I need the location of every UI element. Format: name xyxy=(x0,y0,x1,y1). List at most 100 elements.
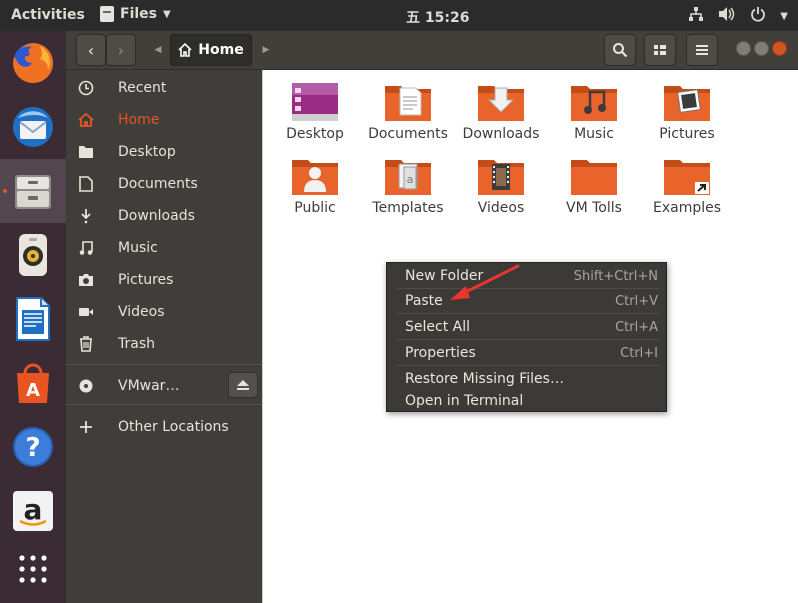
music-icon xyxy=(66,240,106,256)
download-icon xyxy=(66,208,106,224)
menu-button[interactable] xyxy=(686,34,718,66)
search-button[interactable] xyxy=(604,34,636,66)
svg-text:a: a xyxy=(24,493,43,526)
activities-button[interactable]: Activities xyxy=(11,7,85,23)
rhythmbox-icon[interactable] xyxy=(0,223,66,287)
dock: A ? a xyxy=(0,31,66,603)
file-item-documents[interactable]: Documents xyxy=(362,82,454,142)
file-item-music[interactable]: Music xyxy=(548,82,640,142)
chevron-left-icon: ‹ xyxy=(87,40,95,60)
view-toggle-button[interactable] xyxy=(644,34,676,66)
eject-button[interactable] xyxy=(228,372,258,398)
menu-item-label: Paste xyxy=(405,293,443,309)
sidebar-separator xyxy=(66,404,262,405)
libreoffice-writer-icon[interactable] xyxy=(0,287,66,351)
help-icon[interactable]: ? xyxy=(0,415,66,479)
file-name: Pictures xyxy=(659,126,715,142)
annotation-arrow-icon xyxy=(450,264,520,300)
sidebar-item-music[interactable]: Music xyxy=(66,232,262,264)
triangle-left-icon: ◀ xyxy=(154,45,162,55)
sidebar-item-downloads[interactable]: Downloads xyxy=(66,200,262,232)
amazon-icon[interactable]: a xyxy=(0,479,66,543)
menu-item-properties[interactable]: Properties Ctrl+I xyxy=(387,340,666,366)
back-button[interactable]: ‹ xyxy=(76,34,106,66)
sidebar-item-label: Trash xyxy=(118,336,155,352)
sidebar-item-other-locations[interactable]: Other Locations xyxy=(66,411,262,443)
examples-link-folder-icon xyxy=(664,160,710,195)
disc-icon xyxy=(66,378,106,394)
sidebar-item-trash[interactable]: Trash xyxy=(66,328,262,360)
menu-item-open-in-terminal[interactable]: Open in Terminal xyxy=(387,388,666,414)
menu-item-accelerator: Ctrl+I xyxy=(620,345,658,361)
firefox-icon[interactable] xyxy=(0,31,66,95)
minimize-button[interactable] xyxy=(736,41,751,56)
sidebar-item-label: Other Locations xyxy=(118,419,229,435)
menu-item-paste[interactable]: Paste Ctrl+V xyxy=(387,288,666,314)
thunderbird-icon[interactable] xyxy=(0,95,66,159)
music-folder-icon xyxy=(571,86,617,121)
sidebar-item-label: Home xyxy=(118,112,160,128)
files-icon[interactable] xyxy=(0,159,66,223)
path-scroll-left-button[interactable]: ◀ xyxy=(148,34,168,66)
files-app-icon xyxy=(100,6,114,22)
path-home-button[interactable]: Home xyxy=(170,34,252,66)
file-name: Downloads xyxy=(462,126,540,142)
documents-folder-icon xyxy=(385,86,431,121)
file-item-videos[interactable]: Videos xyxy=(455,156,547,216)
app-menu[interactable]: Files ▼ xyxy=(100,6,171,22)
triangle-right-icon: ▶ xyxy=(262,45,270,55)
menu-item-new-folder[interactable]: New Folder Shift+Ctrl+N xyxy=(387,263,666,289)
power-icon[interactable] xyxy=(750,6,766,26)
header-bar: ‹ › ◀ Home ▶ xyxy=(66,31,798,70)
sidebar-item-recent[interactable]: Recent xyxy=(66,72,262,104)
network-icon[interactable] xyxy=(688,6,704,26)
file-item-desktop[interactable]: Desktop xyxy=(269,82,361,142)
menu-item-label: Open in Terminal xyxy=(405,393,524,409)
sidebar-item-label: Pictures xyxy=(118,272,174,288)
sidebar-item-label: Downloads xyxy=(118,208,195,224)
sidebar-item-pictures[interactable]: Pictures xyxy=(66,264,262,296)
camera-icon xyxy=(66,273,106,287)
menu-item-select-all[interactable]: Select All Ctrl+A xyxy=(387,314,666,340)
menu-item-accelerator: Shift+Ctrl+N xyxy=(573,268,658,284)
ubuntu-software-icon[interactable]: A xyxy=(0,351,66,415)
trash-icon xyxy=(66,336,106,352)
home-icon xyxy=(178,43,192,57)
top-bar: Activities Files ▼ 五 15:26 ▼ xyxy=(0,0,798,31)
file-name: Videos xyxy=(477,200,525,216)
chevron-right-icon: › xyxy=(117,40,125,60)
file-name: Templates xyxy=(372,200,444,216)
forward-button[interactable]: › xyxy=(106,34,136,66)
desktop-folder-icon xyxy=(292,83,338,121)
system-tray[interactable]: ▼ xyxy=(688,6,788,26)
sidebar-item-documents[interactable]: Documents xyxy=(66,168,262,200)
downloads-folder-icon xyxy=(478,86,524,121)
show-applications-icon[interactable] xyxy=(0,537,66,601)
clock-icon xyxy=(66,80,106,96)
path-scroll-right-button[interactable]: ▶ xyxy=(256,34,276,66)
menu-item-accelerator: Ctrl+A xyxy=(615,319,658,335)
menu-item-label: Select All xyxy=(405,319,470,335)
sidebar-item-label: Music xyxy=(118,240,158,256)
places-sidebar: Recent Home Desktop Documents Downloads … xyxy=(66,70,262,603)
file-item-vm-tolls[interactable]: VM Tolls xyxy=(548,156,640,216)
volume-icon[interactable] xyxy=(718,6,736,26)
maximize-button[interactable] xyxy=(754,41,769,56)
file-item-public[interactable]: Public xyxy=(269,156,361,216)
plus-icon xyxy=(66,421,106,433)
sidebar-item-home[interactable]: Home xyxy=(66,104,262,136)
file-item-downloads[interactable]: Downloads xyxy=(455,82,547,142)
eject-icon xyxy=(237,380,249,390)
clock[interactable]: 五 15:26 xyxy=(406,7,469,27)
sidebar-item-label: VMwar… xyxy=(118,378,180,394)
sidebar-item-desktop[interactable]: Desktop xyxy=(66,136,262,168)
sidebar-item-videos[interactable]: Videos xyxy=(66,296,262,328)
file-item-templates[interactable]: a Templates xyxy=(362,156,454,216)
svg-text:A: A xyxy=(26,380,40,401)
chevron-down-icon[interactable]: ▼ xyxy=(780,11,788,22)
close-button[interactable] xyxy=(772,41,787,56)
sidebar-item-label: Documents xyxy=(118,176,198,192)
context-menu: New Folder Shift+Ctrl+N Paste Ctrl+V Sel… xyxy=(386,262,667,412)
file-item-pictures[interactable]: Pictures xyxy=(641,82,733,142)
file-item-examples[interactable]: Examples xyxy=(641,156,733,216)
